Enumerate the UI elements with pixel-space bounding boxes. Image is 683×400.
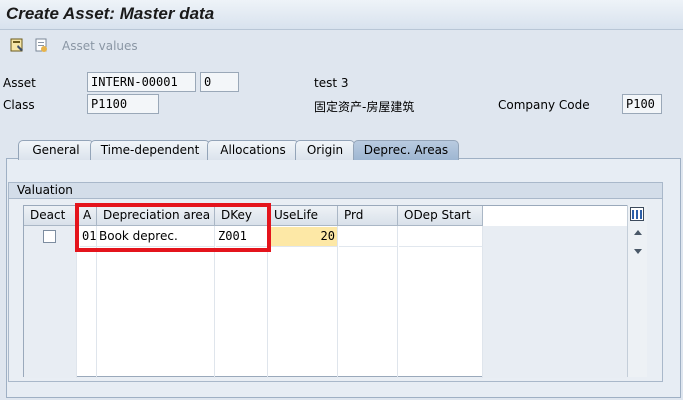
company-code-label: Company Code: [498, 98, 590, 112]
display-change-icon[interactable]: [9, 37, 25, 53]
asset-number-field[interactable]: INTERN-00001: [87, 72, 196, 92]
vertical-scrollbar[interactable]: [627, 205, 647, 377]
deact-checkbox[interactable]: [43, 230, 56, 243]
copy-document-icon[interactable]: [33, 37, 49, 53]
depreciation-areas-table: Deact A Depreciation area DKey UseLife P…: [23, 205, 647, 378]
tab-general[interactable]: General: [18, 140, 94, 160]
tab-time-dependent[interactable]: Time-dependent: [90, 140, 210, 160]
scroll-up-icon[interactable]: [632, 227, 644, 239]
row-odep-start-cell[interactable]: [399, 227, 483, 247]
row-depreciation-area-cell: Book deprec.: [97, 227, 215, 247]
column-header-area[interactable]: A: [77, 206, 97, 226]
row-area-cell: 01: [80, 227, 97, 247]
title-bar: Create Asset: Master data: [0, 0, 683, 30]
asset-subnumber-field[interactable]: 0: [200, 72, 239, 92]
page-title: Create Asset: Master data: [6, 4, 215, 23]
tab-allocations[interactable]: Allocations: [207, 140, 299, 160]
application-toolbar: Asset values: [0, 33, 683, 59]
table-settings-icon[interactable]: [630, 207, 644, 221]
row-dkey-cell[interactable]: Z001: [216, 227, 268, 247]
tab-origin[interactable]: Origin: [295, 140, 355, 160]
valuation-group-title: Valuation: [8, 182, 663, 199]
asset-values-button[interactable]: Asset values: [62, 39, 138, 53]
depreciation-area-column: [97, 226, 215, 378]
row-prd-cell[interactable]: [339, 227, 397, 247]
column-header-uselife[interactable]: UseLife: [268, 206, 338, 226]
row-uselife-cell[interactable]: 20: [269, 227, 337, 247]
tab-deprec-areas[interactable]: Deprec. Areas: [353, 140, 459, 160]
odep-start-column: [398, 226, 483, 378]
prd-column: [338, 226, 398, 378]
deact-column: [24, 226, 77, 378]
column-header-depreciation-area[interactable]: Depreciation area: [97, 206, 215, 226]
column-header-dkey[interactable]: DKey: [215, 206, 268, 226]
company-code-field[interactable]: P100: [622, 94, 662, 114]
column-header-prd[interactable]: Prd: [338, 206, 398, 226]
column-header-odep-start[interactable]: ODep Start: [398, 206, 483, 226]
class-label: Class: [3, 98, 35, 112]
class-field[interactable]: P1100: [87, 94, 159, 114]
column-header-deact[interactable]: Deact: [24, 206, 77, 226]
area-column: [77, 226, 97, 378]
class-description: 固定资产-房屋建筑: [314, 100, 415, 114]
scroll-down-icon[interactable]: [632, 245, 644, 257]
uselife-column: [268, 226, 338, 378]
asset-description: test 3: [314, 76, 349, 90]
asset-label: Asset: [3, 76, 36, 90]
table-empty-area: [483, 226, 628, 378]
dkey-column: [215, 226, 268, 378]
